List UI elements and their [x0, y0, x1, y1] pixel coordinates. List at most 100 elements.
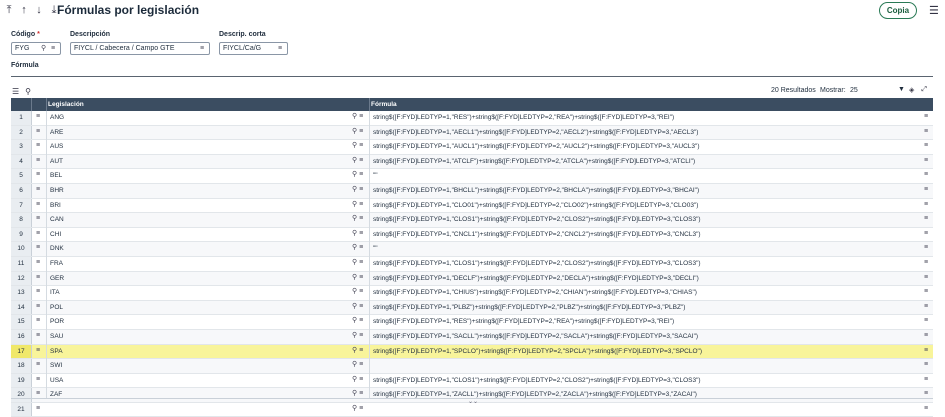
row-menu-icon[interactable]: ≡: [36, 361, 40, 368]
table-row[interactable]: 15 ≡ POR ⚲ ≡ string$([F:FYD]LEDTYP=1,"RES")+…: [11, 315, 933, 330]
list-icon[interactable]: ≡: [200, 43, 204, 54]
chevron-down-icon[interactable]: ⌄⌄: [468, 398, 478, 405]
row-menu-icon[interactable]: ≡: [36, 347, 40, 354]
formula-cell[interactable]: string$([F:FYD]LEDTYP=1,"CHIUS")+string$…: [373, 286, 913, 299]
search-icon[interactable]: ⚲: [352, 376, 357, 383]
row-actions-icon[interactable]: ≡: [924, 171, 928, 178]
search-icon[interactable]: ⚲: [41, 43, 46, 54]
search-icon[interactable]: ⚲: [352, 405, 357, 412]
table-row[interactable]: 18 ≡ SWI ⚲ ≡ ≡: [11, 359, 933, 374]
table-row[interactable]: 9 ≡ CHI ⚲ ≡ string$([F:FYD]LEDTYP=1,"CNCL1")…: [11, 227, 933, 243]
row-menu-icon[interactable]: ≡: [36, 186, 40, 193]
row-actions-icon[interactable]: ≡: [924, 317, 928, 324]
formula-cell[interactable]: string$([F:FYD]LEDTYP=1,"ZACLL")+string$…: [373, 388, 913, 401]
legislacion-cell[interactable]: ZAF: [50, 388, 62, 401]
search-icon[interactable]: ⚲: [352, 186, 357, 193]
row-actions-icon[interactable]: ≡: [924, 201, 928, 208]
legislacion-cell[interactable]: DNK: [50, 242, 64, 255]
legislacion-cell[interactable]: BHR: [50, 184, 64, 197]
chevron-down-icon[interactable]: ▼: [898, 86, 905, 93]
row-actions-icon[interactable]: ≡: [924, 186, 928, 193]
formula-cell[interactable]: string$([F:FYD]LEDTYP=1,"RES")+string$([…: [373, 111, 913, 124]
legislacion-cell[interactable]: CAN: [50, 213, 64, 226]
search-icon[interactable]: ⚲: [352, 113, 357, 120]
search-icon[interactable]: ⚲: [352, 244, 357, 251]
legislacion-cell[interactable]: AUS: [50, 140, 63, 153]
legislacion-cell[interactable]: ANG: [50, 111, 64, 124]
formula-cell[interactable]: string$([F:FYD]LEDTYP=1,"DECLF")+string$…: [373, 272, 913, 285]
table-row[interactable]: 16 ≡ SAU ⚲ ≡ string$([F:FYD]LEDTYP=1,"SACLL"…: [11, 329, 933, 345]
row-menu-icon[interactable]: ≡: [36, 128, 40, 135]
list-icon[interactable]: ≡: [359, 303, 363, 310]
row-actions-icon[interactable]: ≡: [924, 332, 928, 339]
legislacion-cell[interactable]: BEL: [50, 169, 62, 182]
search-icon[interactable]: ⚲: [352, 128, 357, 135]
formula-cell[interactable]: string$([F:FYD]LEDTYP=1,"CLOS1")+string$…: [373, 257, 913, 270]
list-icon[interactable]: ≡: [359, 142, 363, 149]
table-row[interactable]: 17 ≡ SPA ⚲ ≡ string$([F:FYD]LEDTYP=1,"SPCLO"…: [11, 344, 933, 360]
legislacion-cell[interactable]: ITA: [50, 286, 60, 299]
layers-icon[interactable]: ◈: [909, 86, 914, 94]
list-icon[interactable]: ≡: [359, 361, 363, 368]
list-icon[interactable]: ≡: [359, 274, 363, 281]
column-header-legislacion[interactable]: Legislación: [48, 101, 84, 108]
search-icon[interactable]: ⚲: [352, 142, 357, 149]
search-icon[interactable]: ⚲: [352, 303, 357, 310]
row-menu-icon[interactable]: ≡: [36, 390, 40, 397]
legislacion-cell[interactable]: POL: [50, 301, 63, 314]
row-menu-icon[interactable]: ≡: [36, 274, 40, 281]
legislacion-cell[interactable]: AUT: [50, 155, 63, 168]
row-menu-icon[interactable]: ≡: [36, 157, 40, 164]
table-row[interactable]: 11 ≡ FRA ⚲ ≡ string$([F:FYD]LEDTYP=1,"CLOS1"…: [11, 256, 933, 272]
legislacion-cell[interactable]: CHI: [50, 228, 61, 241]
table-row[interactable]: 3 ≡ AUS ⚲ ≡ string$([F:FYD]LEDTYP=1,"AUCL1")…: [11, 140, 933, 155]
table-row[interactable]: 7 ≡ BRI ⚲ ≡ string$([F:FYD]LEDTYP=1,"CLO01")…: [11, 198, 933, 214]
formula-cell[interactable]: string$([F:FYD]LEDTYP=1,"CLOS1")+string$…: [373, 374, 913, 387]
search-icon[interactable]: ⚲: [352, 171, 357, 178]
search-icon[interactable]: ⚲: [352, 274, 357, 281]
list-icon[interactable]: ≡: [359, 230, 363, 237]
row-actions-icon[interactable]: ≡: [924, 157, 928, 164]
table-row[interactable]: 1 ≡ ANG ⚲ ≡ string$([F:FYD]LEDTYP=1,"RES")+s…: [11, 111, 933, 126]
row-actions-icon[interactable]: ≡: [924, 113, 928, 120]
legislacion-cell[interactable]: FRA: [50, 257, 63, 270]
page-size-select[interactable]: 25: [850, 87, 858, 94]
previous-record-icon[interactable]: ↑: [19, 4, 29, 17]
search-icon[interactable]: ⚲: [25, 87, 31, 96]
list-icon[interactable]: ≡: [359, 244, 363, 251]
search-icon[interactable]: ⚲: [352, 332, 357, 339]
list-icon[interactable]: ≡: [359, 113, 363, 120]
row-actions-icon[interactable]: ≡: [924, 128, 928, 135]
formula-cell[interactable]: string$([F:FYD]LEDTYP=1,"RES")+string$([…: [373, 315, 913, 328]
column-header-formula[interactable]: Fórmula: [371, 101, 397, 108]
list-view-icon[interactable]: ☰: [12, 87, 19, 96]
list-icon[interactable]: ≡: [359, 215, 363, 222]
row-menu-icon[interactable]: ≡: [36, 142, 40, 149]
list-icon[interactable]: ≡: [359, 201, 363, 208]
row-actions-icon[interactable]: ≡: [924, 390, 928, 397]
legislacion-cell[interactable]: SAU: [50, 330, 63, 343]
list-icon[interactable]: ≡: [359, 347, 363, 354]
search-icon[interactable]: ⚲: [352, 259, 357, 266]
table-row[interactable]: 14 ≡ POL ⚲ ≡ string$([F:FYD]LEDTYP=1,"PLBZ")…: [11, 300, 933, 316]
row-menu-icon[interactable]: ≡: [36, 288, 40, 295]
formula-cell[interactable]: string$([F:FYD]LEDTYP=1,"AECL1")+string$…: [373, 126, 913, 139]
table-row[interactable]: 8 ≡ CAN ⚲ ≡ string$([F:FYD]LEDTYP=1,"CLOS1")…: [11, 213, 933, 228]
table-row[interactable]: 19 ≡ USA ⚲ ≡ string$([F:FYD]LEDTYP=1,"CLOS1"…: [11, 373, 933, 389]
row-menu-icon[interactable]: ≡: [36, 171, 40, 178]
formula-cell[interactable]: string$([F:FYD]LEDTYP=1,"SPCLO")+string$…: [373, 345, 913, 358]
formula-cell[interactable]: string$([F:FYD]LEDTYP=1,"AUCL1")+string$…: [373, 140, 913, 153]
row-actions-icon[interactable]: ≡: [924, 142, 928, 149]
row-menu-icon[interactable]: ≡: [36, 230, 40, 237]
search-icon[interactable]: ⚲: [352, 230, 357, 237]
row-actions-icon[interactable]: ≡: [924, 259, 928, 266]
formula-cell[interactable]: string$([F:FYD]LEDTYP=1,"CLO01")+string$…: [373, 199, 913, 212]
legislacion-cell[interactable]: ARE: [50, 126, 63, 139]
row-menu-icon[interactable]: ≡: [36, 405, 40, 412]
descrip-corta-field[interactable]: FIYCL/Ca/G ≡: [219, 42, 288, 55]
search-icon[interactable]: ⚲: [352, 201, 357, 208]
row-actions-icon[interactable]: ≡: [924, 361, 928, 368]
table-row[interactable]: 4 ≡ AUT ⚲ ≡ string$([F:FYD]LEDTYP=1,"ATCLF")…: [11, 154, 933, 170]
legislacion-cell[interactable]: SWI: [50, 359, 62, 372]
table-row[interactable]: 2 ≡ ARE ⚲ ≡ string$([F:FYD]LEDTYP=1,"AECL1")…: [11, 125, 933, 141]
